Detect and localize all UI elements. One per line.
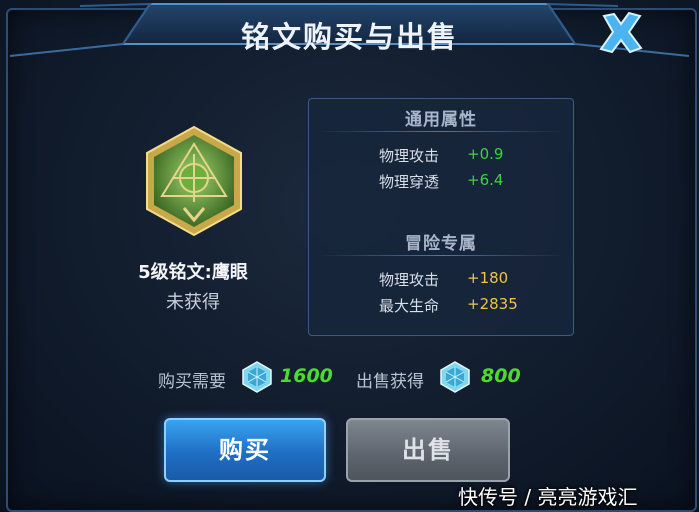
stat-name: 物理攻击 [379,271,440,289]
close-icon[interactable] [596,10,646,56]
stat-name: 物理攻击 [379,147,440,165]
sell-price-value: 800 [481,365,521,387]
section-divider [317,255,565,256]
attributes-panel: 通用属性 物理攻击 +0.9 物理穿透 +6.4 冒险专属 物理攻击 +180 … [308,98,574,336]
watermark: 快传号 / 亮亮游戏汇 [458,485,638,509]
dialog-title: 铭文购买与出售 [240,20,458,54]
adventure-attributes-title: 冒险专属 [405,234,477,254]
crystal-gem-icon [440,361,470,393]
inscription-emblem-icon [142,124,246,238]
stat-value: +0.9 [467,145,504,163]
general-attributes-title: 通用属性 [405,110,477,130]
stat-value: +2835 [467,295,518,313]
stat-name: 最大生命 [379,297,440,315]
stat-name: 物理穿透 [379,173,440,191]
inscription-name: 5级铭文:鹰眼 [138,262,248,283]
sell-button[interactable]: 出售 [346,418,510,482]
stat-value: +180 [467,269,509,287]
title-bar: 铭文购买与出售 [0,0,699,66]
section-divider [317,131,565,132]
buy-price-value: 1600 [280,365,333,387]
ownership-status: 未获得 [166,292,220,313]
crystal-gem-icon [242,361,272,393]
sell-price-label: 出售获得 [356,372,424,392]
stat-value: +6.4 [467,171,504,189]
buy-button[interactable]: 购买 [164,418,326,482]
buy-price-label: 购买需要 [158,372,226,392]
